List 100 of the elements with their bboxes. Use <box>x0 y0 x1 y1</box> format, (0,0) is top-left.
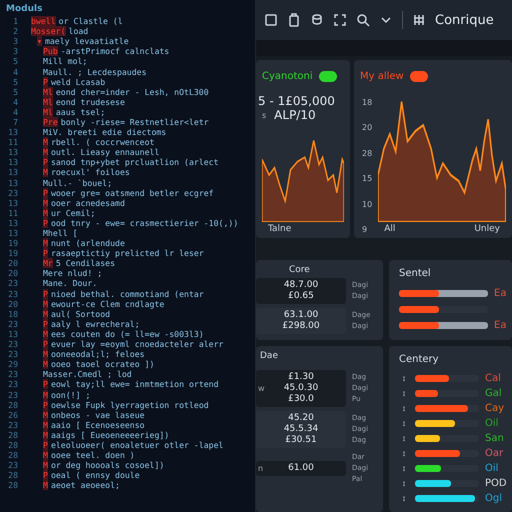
row-marker: ɪ <box>402 494 406 503</box>
code-text: eond trudesese <box>56 96 125 107</box>
stat-value: £298.00 <box>282 321 320 332</box>
code-text: ooeo taoel ocrateo ]) <box>50 359 154 370</box>
code-text: aaigs [ Eueoeneeeerieg]) <box>50 430 170 440</box>
code-keyword: Pre <box>43 116 58 127</box>
line-number: 29 <box>7 359 19 370</box>
code-keyword: bwell <box>31 16 56 26</box>
stat-value: 63.1.00 <box>284 310 318 321</box>
code-text: ooee teel. doen ) <box>50 450 135 460</box>
code-keyword: Ml <box>43 106 53 117</box>
stat-value: 5 - 1£05,000 <box>258 94 335 108</box>
code-text: load <box>68 26 88 36</box>
code-text: rasaeptictiy prelicted lr leser <box>50 248 204 258</box>
code-text: 5 Cendilases <box>56 258 116 268</box>
row-marker: ɪ <box>402 449 406 458</box>
axis-tick-label: 9 <box>362 224 368 234</box>
code-keyword: M <box>43 460 48 470</box>
code-keyword: P <box>43 318 48 329</box>
stat-label: s <box>262 110 266 120</box>
line-number: 23 <box>7 369 19 380</box>
card-title: Cyanotoni <box>262 70 313 82</box>
grid-icon[interactable] <box>412 13 426 27</box>
search-icon[interactable] <box>356 13 370 27</box>
row-label: w <box>258 384 265 393</box>
line-number: 4 <box>12 66 19 77</box>
stat-value: 61.00 <box>288 463 314 474</box>
line-number: 13 <box>7 178 19 188</box>
line-number: 13 <box>7 218 19 228</box>
code-text: or deg hoooals cosoel]) <box>50 460 164 470</box>
code-text: outl. Lieasy ennaunell <box>50 147 160 158</box>
code-keyword: M <box>43 430 48 440</box>
bar-label: POD <box>485 478 507 489</box>
bar-label: Oil <box>485 463 498 474</box>
axis-tick-label: 10 <box>362 200 372 209</box>
code-keyword: M <box>43 420 48 430</box>
bar-label: Cay <box>485 403 504 414</box>
code-text: onbeos - vae laseue <box>50 410 145 420</box>
row-marker: ɪ <box>402 479 406 488</box>
code-text: ees couten do (= ll=ew -s003l3) <box>50 328 204 339</box>
line-number: 19 <box>7 238 19 248</box>
editor-title: Moduls <box>5 3 44 16</box>
line-number: 26 <box>7 410 19 420</box>
code-text: ood tnry - ewe= crasmectierier -10(,)) <box>50 218 238 228</box>
code-text: nunt (arlendude <box>50 238 125 248</box>
stat-value: £0.65 <box>288 291 314 302</box>
line-number: 4 <box>12 106 19 117</box>
line-number: 7 <box>12 116 19 127</box>
stat-value: £30.0 <box>288 394 314 405</box>
stat-subvalue: ALP/10 <box>274 108 316 122</box>
stack-icon[interactable] <box>310 13 324 27</box>
line-number: 28 <box>7 450 19 460</box>
line-number: 13 <box>7 167 19 178</box>
bar-label: Ogl <box>485 493 502 504</box>
code-text: maely levaatiatle <box>44 36 129 46</box>
line-number: 11 <box>7 137 19 148</box>
code-keyword: P <box>43 339 48 350</box>
code-text: nioed bethal. commotiand (entar <box>50 288 204 299</box>
line-number: 3 <box>12 36 19 46</box>
clipboard-icon[interactable] <box>287 13 301 27</box>
code-text: oeal ( ennsy doule <box>50 470 140 480</box>
square-icon[interactable] <box>264 13 278 27</box>
code-keyword: M <box>43 328 48 339</box>
code-keyword: M <box>43 450 48 460</box>
bar-label: Oil <box>485 418 498 429</box>
code-keyword: M <box>43 359 48 370</box>
code-keyword: M <box>43 390 48 400</box>
stat-value: 45.0.30 <box>284 383 318 394</box>
bar-label: Cal <box>485 373 501 384</box>
axis-tick-label: 18 <box>362 98 372 107</box>
line-number: 23 <box>7 278 19 288</box>
code-text: aaus tsel; <box>56 106 106 117</box>
line-number: 11 <box>7 208 19 218</box>
line-number: 13 <box>7 228 19 238</box>
stat-value: 48.7.00 <box>284 280 318 291</box>
card-title: My allew <box>360 70 404 82</box>
code-text: evuer lay =eoyml cnoedacteler alerr <box>50 339 224 350</box>
code-keyword: P <box>43 188 48 198</box>
line-number: 23 <box>7 420 19 430</box>
line-number: 5 <box>12 56 19 66</box>
code-text: ewourt-ce Clem cndlagte <box>50 298 164 309</box>
code-keyword: ▾ <box>37 36 42 46</box>
code-text: Mere nlud! ; <box>43 268 102 278</box>
bar-label: Oar <box>485 448 504 459</box>
code-text: oon(!] ; <box>50 390 90 400</box>
code-keyword: Ml <box>43 86 53 97</box>
code-text: Masser.Cmedl ; lod <box>43 369 132 380</box>
frame-corners-icon[interactable] <box>333 13 347 27</box>
line-number: 28 <box>7 470 19 480</box>
code-keyword: M <box>43 208 48 218</box>
line-number: 4 <box>12 96 19 107</box>
code-text: ooneeodal;l; feloes <box>50 349 145 360</box>
line-number: 23 <box>7 390 19 400</box>
row-marker: ɪ <box>402 374 406 383</box>
code-text: aaly l ewrecheral; <box>50 318 140 329</box>
code-text: Maull. ; Lecdespaudes <box>43 66 147 77</box>
line-number: 28 <box>7 480 19 490</box>
code-text: eleoluoeer( enoaletuer otler -lapel <box>50 440 224 450</box>
code-text: or Clastle (l <box>58 16 123 26</box>
axis-label: Unley <box>474 224 500 234</box>
